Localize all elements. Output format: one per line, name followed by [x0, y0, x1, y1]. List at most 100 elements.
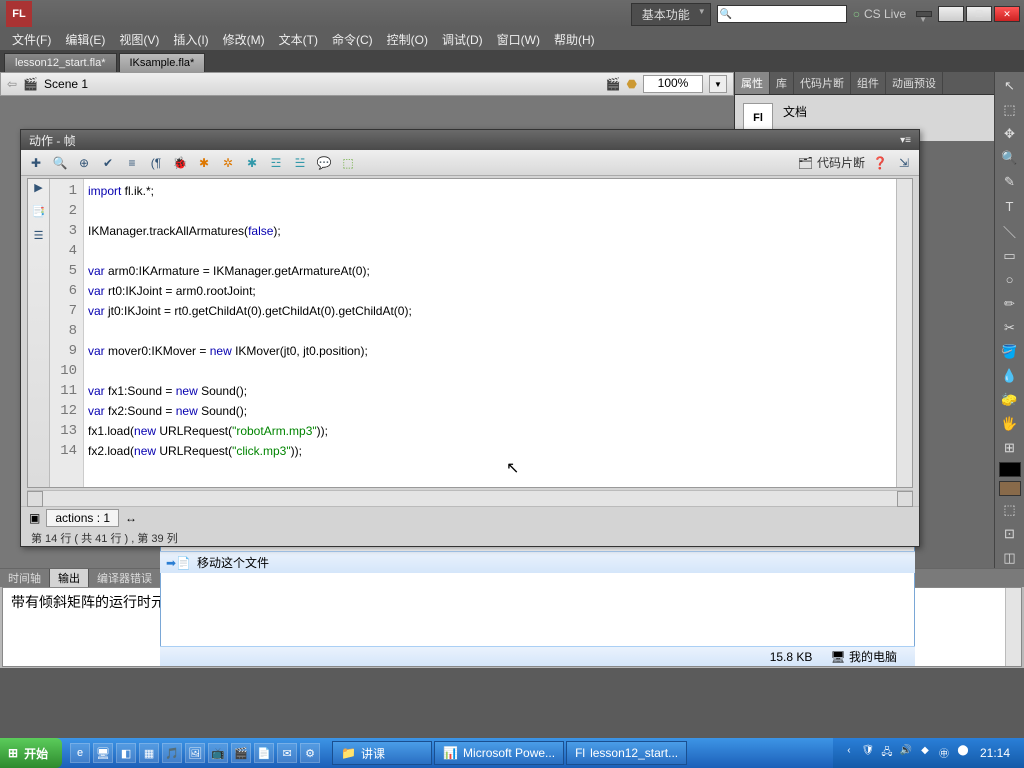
tool-button[interactable]: ↖ — [998, 76, 1022, 96]
stroke-swatch[interactable] — [999, 462, 1021, 477]
tool-button[interactable]: ✥ — [998, 124, 1022, 144]
ql-app5-icon[interactable]: 📺 — [208, 743, 228, 763]
tray-app-icon[interactable]: ◆ — [917, 745, 933, 761]
options-icon[interactable]: ☰ — [29, 229, 49, 249]
maximize-button[interactable]: ☐ — [966, 6, 992, 22]
taskbar-button[interactable]: Fllesson12_start... — [566, 741, 687, 765]
menu-item[interactable]: 文本(T) — [273, 29, 324, 50]
taskbar-button[interactable]: 📊Microsoft Powe... — [434, 741, 564, 765]
zoom-dropdown[interactable]: ▼ — [709, 75, 727, 93]
bottom-tab[interactable]: 编译器错误 — [89, 569, 161, 587]
collapse2-icon[interactable]: ✲ — [219, 154, 237, 172]
tool-option[interactable]: ⊡ — [998, 524, 1022, 544]
menu-item[interactable]: 文件(F) — [6, 29, 57, 50]
code-hint-icon[interactable]: (¶ — [147, 154, 165, 172]
edit-scene-icon[interactable]: 🎬 — [606, 77, 621, 91]
uncomment-icon[interactable]: ☱ — [291, 154, 309, 172]
tray-lang-icon[interactable]: ㊥ — [936, 745, 952, 761]
tool-button[interactable]: 🔍 — [998, 148, 1022, 168]
panel-tab[interactable]: 属性 — [735, 72, 770, 94]
ql-app4-icon[interactable]: 🖼 — [185, 743, 205, 763]
code-text[interactable]: import fl.ik.*; IKManager.trackAllArmatu… — [84, 179, 896, 487]
debug-icon[interactable]: 🐞 — [171, 154, 189, 172]
pin-icon[interactable]: ⬚ — [339, 154, 357, 172]
ql-app7-icon[interactable]: 📄 — [254, 743, 274, 763]
ql-app9-icon[interactable]: ⚙ — [300, 743, 320, 763]
explorer-task-row[interactable]: ➡📄 移动这个文件 — [160, 551, 915, 573]
menu-item[interactable]: 插入(I) — [167, 29, 214, 50]
tool-button[interactable]: ⬚ — [998, 100, 1022, 120]
panel-tab[interactable]: 组件 — [851, 72, 886, 94]
clock[interactable]: 21:14 — [974, 746, 1016, 760]
menu-item[interactable]: 帮助(H) — [548, 29, 601, 50]
search-input[interactable] — [717, 5, 847, 23]
check-syntax-icon[interactable]: ✔ — [99, 154, 117, 172]
tool-option[interactable]: ⬚ — [998, 500, 1022, 520]
menu-item[interactable]: 编辑(E) — [59, 29, 111, 50]
tab-nav-icon[interactable]: ↔ — [125, 511, 137, 525]
panel-tab[interactable]: 代码片断 — [794, 72, 851, 94]
target-icon[interactable]: ⊕ — [75, 154, 93, 172]
bookmark-icon[interactable]: 📑 — [29, 205, 49, 225]
tray-shield-icon[interactable]: 🛡 — [860, 745, 876, 761]
code-editor[interactable]: ▶ 📑 ☰ 1 2 3 4 5 6 7 8 9 10 11 12 13 14 i… — [27, 178, 913, 488]
cslive-button[interactable]: CS Live — [853, 7, 906, 21]
panel-tab[interactable]: 动画预设 — [886, 72, 943, 94]
find-icon[interactable]: 🔍 — [51, 154, 69, 172]
menu-item[interactable]: 调试(D) — [436, 29, 489, 50]
pin-script-icon[interactable]: ⇲ — [895, 154, 913, 172]
menu-item[interactable]: 控制(O) — [381, 29, 434, 50]
minimize-button[interactable]: ─ — [938, 6, 964, 22]
output-scrollbar[interactable] — [1005, 588, 1021, 666]
help-icon[interactable]: 💬 — [315, 154, 333, 172]
menu-item[interactable]: 修改(M) — [217, 29, 271, 50]
editor-scrollbar-h[interactable] — [27, 490, 913, 506]
reference-icon[interactable]: ❓ — [871, 154, 889, 172]
tool-button[interactable]: ○ — [998, 270, 1022, 290]
comment-icon[interactable]: ☲ — [267, 154, 285, 172]
autoformat-icon[interactable]: ≡ — [123, 154, 141, 172]
tool-button[interactable]: ⊞ — [998, 438, 1022, 458]
expand-icon[interactable]: ✱ — [243, 154, 261, 172]
tool-button[interactable]: 💧 — [998, 366, 1022, 386]
ql-ie-icon[interactable]: e — [70, 743, 90, 763]
tool-button[interactable]: 🪣 — [998, 342, 1022, 362]
tool-option[interactable]: ◫ — [998, 548, 1022, 568]
menu-item[interactable]: 视图(V) — [113, 29, 165, 50]
menu-item[interactable]: 命令(C) — [326, 29, 379, 50]
tool-button[interactable]: T — [998, 196, 1022, 216]
ql-app1-icon[interactable]: ◧ — [116, 743, 136, 763]
tray-net-icon[interactable]: 🖧 — [879, 745, 895, 761]
taskbar-button[interactable]: 📁讲课 — [332, 741, 432, 765]
tray-vol-icon[interactable]: 🔊 — [898, 745, 914, 761]
tool-button[interactable]: 🖐 — [998, 414, 1022, 434]
back-icon[interactable]: ⇦ — [7, 77, 17, 91]
zoom-input[interactable]: 100% — [643, 75, 703, 93]
tool-button[interactable]: ▭ — [998, 246, 1022, 266]
tray-more-icon[interactable]: ⬤ — [955, 745, 971, 761]
menu-item[interactable]: 窗口(W) — [491, 29, 546, 50]
panel-menu-icon[interactable]: ▾≡ — [900, 135, 911, 146]
workspace-preset-dropdown[interactable]: 基本功能 — [631, 3, 711, 26]
bottom-tab[interactable]: 时间轴 — [0, 569, 50, 587]
tool-button[interactable]: 🧽 — [998, 390, 1022, 410]
document-tab[interactable]: IKsample.fla* — [119, 53, 206, 72]
fill-swatch[interactable] — [999, 481, 1021, 496]
cslive-menu[interactable] — [916, 11, 932, 17]
script-nav-icon[interactable]: ▶ — [29, 181, 49, 201]
tray-icon[interactable]: ‹ — [841, 745, 857, 761]
ql-app6-icon[interactable]: 🎬 — [231, 743, 251, 763]
panel-tab[interactable]: 库 — [770, 72, 794, 94]
document-tab[interactable]: lesson12_start.fla* — [4, 53, 117, 72]
script-target-icon[interactable]: ▣ — [29, 511, 40, 525]
start-button[interactable]: ⊞ 开始 — [0, 738, 62, 768]
tool-button[interactable]: ✂ — [998, 318, 1022, 338]
ql-app3-icon[interactable]: 🎵 — [162, 743, 182, 763]
add-script-icon[interactable]: ✚ — [27, 154, 45, 172]
close-button[interactable]: ✕ — [994, 6, 1020, 22]
actions-panel-title[interactable]: 动作 - 帧 ▾≡ — [21, 130, 919, 150]
collapse-icon[interactable]: ✱ — [195, 154, 213, 172]
script-tab[interactable]: actions : 1 — [46, 509, 119, 527]
ql-desktop-icon[interactable]: 🖥 — [93, 743, 113, 763]
code-snippets-button[interactable]: 🗂 代码片断 — [798, 154, 865, 171]
